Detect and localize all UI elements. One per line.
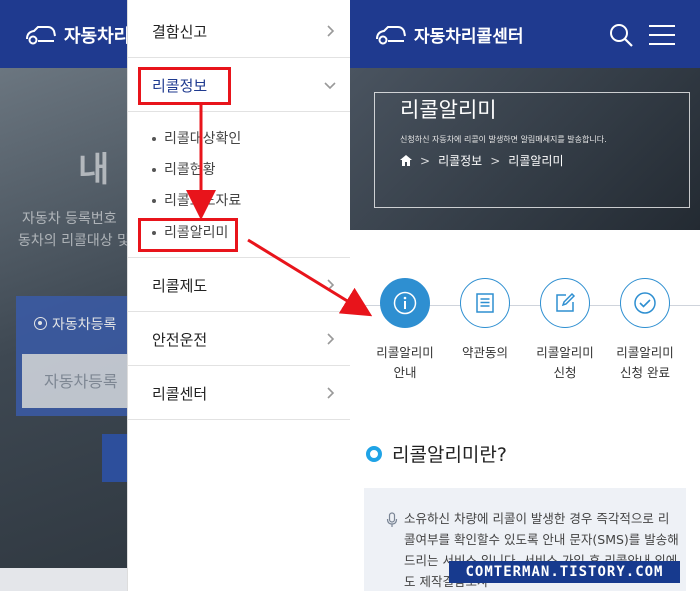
- menu-item-label: 안전운전: [152, 331, 208, 349]
- step-circle: [380, 278, 430, 328]
- step-guide[interactable]: 리콜알리미 안내: [369, 278, 441, 383]
- radio-icon: [34, 317, 47, 330]
- section-bullet-icon: [366, 445, 382, 462]
- check-icon: [634, 292, 656, 314]
- menu-item-recall-system[interactable]: 리콜제도: [128, 258, 351, 312]
- step-apply[interactable]: 리콜알리미 신청: [529, 278, 601, 383]
- breadcrumb: > 리콜정보 > 리콜알리미: [400, 152, 564, 169]
- banner-description: 신청하신 자동차에 리콜이 발생하면 알림메세지를 발송합니다.: [400, 135, 607, 144]
- home-icon[interactable]: [400, 155, 412, 166]
- background-hero-text: 자동차 등록번호: [22, 211, 117, 227]
- breadcrumb-separator: >: [420, 153, 431, 168]
- chevron-down-icon: [324, 82, 336, 90]
- recall-alert-page: 자동차리콜센터 리콜알리미 신청하신 자동차에 리콜이 발생하면 알림메세지를 …: [350, 0, 700, 591]
- step-circle: [540, 278, 590, 328]
- breadcrumb-item[interactable]: 리콜정보: [438, 152, 482, 169]
- background-footer: [0, 568, 130, 591]
- bullet-icon: [152, 231, 156, 235]
- menu-item-safe-driving[interactable]: 안전운전: [128, 312, 351, 366]
- breadcrumb-item-current: 리콜알리미: [508, 154, 564, 168]
- background-hero-text-2: 동차의 리콜대상 및: [18, 233, 130, 249]
- search-icon[interactable]: [608, 22, 634, 48]
- page-title: 리콜알리미: [400, 98, 497, 122]
- chevron-right-icon: [327, 333, 335, 345]
- chevron-right-icon: [327, 25, 335, 37]
- car-logo-icon: [26, 26, 56, 45]
- submenu-item-recall-press[interactable]: 리콜보도자료: [152, 190, 241, 212]
- step-label: 약관동의: [461, 345, 508, 360]
- chevron-right-icon: [327, 279, 335, 291]
- page-banner: 리콜알리미 신청하신 자동차에 리콜이 발생하면 알림메세지를 발송합니다. >…: [350, 68, 700, 230]
- bullet-icon: [152, 137, 156, 141]
- step-label: 리콜알리미 안내: [376, 345, 434, 380]
- background-search-label: 자동차등록: [34, 314, 116, 334]
- watermark: COMTERMAN.TISTORY.COM: [449, 561, 680, 583]
- section-heading: 리콜알리미란?: [366, 440, 507, 467]
- car-logo-icon: [376, 25, 406, 44]
- nav-menu: 결함신고 리콜정보 리콜대상확인 리콜현황 리콜보도자료 리콜알리미 리콜제도 …: [127, 0, 351, 591]
- step-label: 리콜알리미 신청 완료: [616, 345, 674, 380]
- hamburger-menu-icon[interactable]: [648, 24, 676, 46]
- site-logo-text: 자동차리콜센터: [414, 27, 524, 47]
- step-complete[interactable]: 리콜알리미 신청 완료: [609, 278, 681, 383]
- submenu-recall-info: 리콜대상확인 리콜현황 리콜보도자료 리콜알리미: [128, 112, 351, 258]
- section-title: 리콜알리미란?: [392, 444, 507, 466]
- submenu-item-recall-alert[interactable]: 리콜알리미: [152, 222, 228, 244]
- menu-item-label: 리콜제도: [152, 277, 208, 295]
- microphone-icon: [386, 512, 398, 527]
- bullet-icon: [152, 168, 156, 172]
- document-icon: [476, 293, 494, 313]
- edit-icon: [556, 292, 576, 312]
- menu-item-recall-info[interactable]: 리콜정보: [128, 58, 351, 112]
- step-circle: [620, 278, 670, 328]
- submenu-item-recall-check[interactable]: 리콜대상확인: [152, 128, 241, 150]
- menu-item-label: 리콜센터: [152, 385, 208, 403]
- chevron-right-icon: [327, 387, 335, 399]
- site-logo[interactable]: 자동차리콜센터: [374, 22, 523, 47]
- breadcrumb-separator: >: [490, 153, 501, 168]
- info-icon: [393, 291, 417, 315]
- step-label: 리콜알리미 신청: [536, 345, 594, 380]
- menu-item-label: 결함신고: [152, 23, 208, 41]
- page-header: 자동차리콜센터: [350, 0, 700, 68]
- menu-item-label: 리콜정보: [152, 77, 208, 95]
- bullet-icon: [152, 199, 156, 203]
- menu-item-defect-report[interactable]: 결함신고: [128, 4, 351, 58]
- menu-item-recall-center[interactable]: 리콜센터: [128, 366, 351, 420]
- submenu-item-recall-status[interactable]: 리콜현황: [152, 159, 216, 181]
- step-terms[interactable]: 약관동의: [449, 278, 521, 363]
- step-circle: [460, 278, 510, 328]
